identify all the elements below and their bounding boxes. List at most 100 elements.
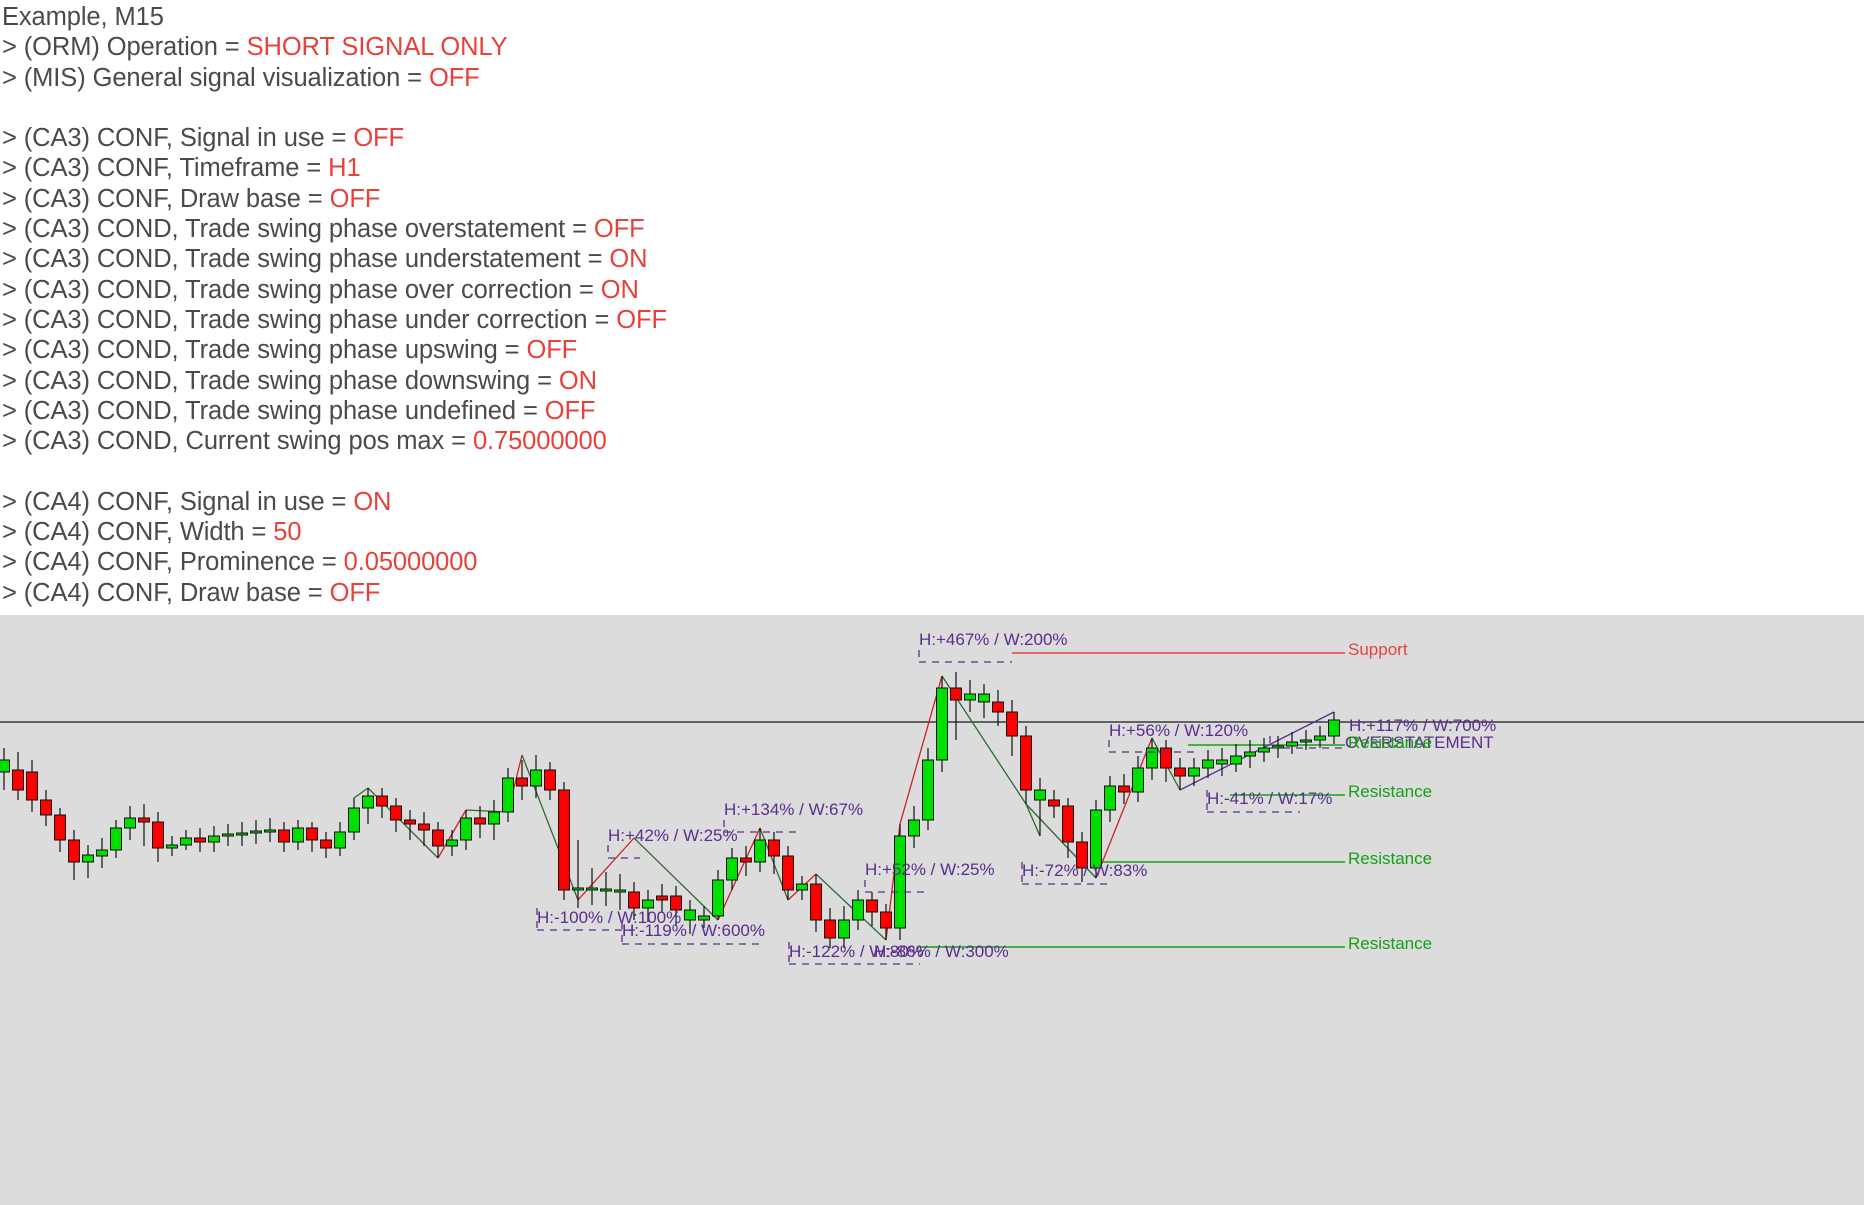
candle-body bbox=[278, 829, 290, 843]
chart-background bbox=[0, 615, 1864, 1205]
log-line: > (CA3) COND, Trade swing phase overstat… bbox=[2, 214, 1864, 244]
log-line-value: OFF bbox=[428, 63, 480, 92]
candle-body bbox=[740, 857, 752, 863]
log-line-label: > (CA3) COND, Trade swing phase understa… bbox=[2, 245, 610, 274]
candle-body bbox=[516, 777, 528, 787]
level-label: Resistance bbox=[1348, 934, 1432, 953]
candle-body bbox=[726, 857, 738, 881]
candle-body bbox=[1020, 735, 1032, 791]
candle-body bbox=[1090, 809, 1102, 869]
candle-body bbox=[12, 769, 24, 791]
candle-body bbox=[1132, 767, 1144, 793]
log-line: Example, M15 bbox=[2, 2, 1864, 32]
candle-body bbox=[222, 833, 234, 837]
log-line-value: 0.05000000 bbox=[343, 548, 478, 577]
candle-body bbox=[110, 827, 122, 851]
candlestick-chart-panel[interactable]: H:-100% / W:100% H:+42% / W:25% H:-119% / … bbox=[0, 615, 1864, 1205]
candle-body bbox=[782, 855, 794, 891]
level-label: Resistance bbox=[1348, 782, 1432, 801]
log-line bbox=[2, 93, 1864, 123]
candle-body bbox=[754, 839, 766, 863]
swing-annotation-label: H:-119% / W:600% bbox=[622, 921, 765, 940]
candle-body bbox=[1006, 711, 1018, 737]
candle-body bbox=[698, 915, 710, 921]
candle-body bbox=[1104, 785, 1116, 811]
candle-body bbox=[614, 889, 626, 893]
candle-body bbox=[376, 795, 388, 807]
candle-body bbox=[236, 832, 248, 836]
log-line-value: OFF bbox=[616, 305, 667, 334]
candle-body bbox=[628, 891, 640, 909]
chart-canvas: H:-100% / W:100%H:+42% / W:25%H:-119% / … bbox=[0, 615, 1864, 1205]
candle-body bbox=[474, 817, 486, 825]
swing-annotation-label: H:-72% / W:83% bbox=[1022, 861, 1147, 880]
candle-body bbox=[502, 777, 514, 813]
log-line-label: > (CA3) COND, Trade swing phase under co… bbox=[2, 305, 617, 334]
log-line-label: > (CA3) COND, Trade swing phase downswin… bbox=[2, 366, 559, 395]
log-line-value: OFF bbox=[544, 396, 596, 425]
candle-body bbox=[880, 911, 892, 929]
candle-body bbox=[138, 817, 150, 823]
log-line-value: OFF bbox=[593, 215, 645, 244]
log-line: > (CA3) COND, Trade swing phase understa… bbox=[2, 244, 1864, 274]
candle-body bbox=[1314, 735, 1326, 741]
candle-body bbox=[572, 887, 584, 891]
log-line: > (CA3) CONF, Draw base = OFF bbox=[2, 184, 1864, 214]
log-line-value: OFF bbox=[526, 336, 578, 365]
candle-body bbox=[180, 837, 192, 846]
swing-annotation-label: H:+56% / W:120% bbox=[1109, 721, 1248, 740]
log-line-label: > (CA3) COND, Trade swing phase overstat… bbox=[2, 215, 594, 244]
log-line: > (CA4) CONF, Prominence = 0.05000000 bbox=[2, 547, 1864, 577]
log-line: > (CA4) CONF, Signal in use = ON bbox=[2, 487, 1864, 517]
candle-body bbox=[348, 807, 360, 833]
candle-body bbox=[838, 919, 850, 939]
log-line-value: ON bbox=[600, 275, 639, 304]
log-line-label: > (CA3) COND, Trade swing phase undefine… bbox=[2, 396, 545, 425]
candle-body bbox=[824, 919, 836, 939]
candle-body bbox=[1202, 759, 1214, 769]
candle-body bbox=[418, 823, 430, 831]
candle-body bbox=[194, 837, 206, 843]
log-line-value: OFF bbox=[329, 184, 381, 213]
log-line: > (MIS) General signal visualization = O… bbox=[2, 63, 1864, 93]
log-line-label: > (ORM) Operation = bbox=[2, 33, 247, 62]
log-line: > (CA3) COND, Current swing pos max = 0.… bbox=[2, 426, 1864, 456]
candle-body bbox=[1146, 747, 1158, 769]
candle-body bbox=[852, 899, 864, 921]
log-line: > (CA3) COND, Trade swing phase under co… bbox=[2, 305, 1864, 335]
candle-body bbox=[1160, 747, 1172, 769]
swing-annotation-label: H:-41% / W:17% bbox=[1207, 789, 1332, 808]
swing-annotation-label: H:+467% / W:200% bbox=[919, 630, 1068, 649]
log-line-label: > (CA3) CONF, Signal in use = bbox=[2, 124, 354, 153]
swing-annotation-label: H:-86% / W:300% bbox=[874, 942, 1009, 961]
candle-body bbox=[1048, 799, 1060, 807]
candle-body bbox=[1118, 785, 1130, 793]
log-line-value: OFF bbox=[353, 124, 405, 153]
candle-body bbox=[26, 771, 38, 801]
candle-body bbox=[544, 769, 556, 791]
level-label: Resistance bbox=[1348, 733, 1432, 752]
log-line-value: ON bbox=[609, 245, 648, 274]
log-line-label: > (CA3) COND, Current swing pos max = bbox=[2, 427, 473, 456]
log-line-value: ON bbox=[558, 366, 597, 395]
candle-body bbox=[1258, 747, 1270, 753]
log-line-label: > (CA4) CONF, Signal in use = bbox=[2, 487, 354, 516]
candle-body bbox=[96, 849, 108, 857]
log-line-value: OFF bbox=[329, 578, 381, 607]
candle-body bbox=[908, 819, 920, 837]
candle-body bbox=[292, 827, 304, 843]
candle-body bbox=[1328, 719, 1340, 737]
candle-body bbox=[936, 687, 948, 761]
candle-body bbox=[1174, 767, 1186, 777]
log-line: > (CA3) COND, Trade swing phase undefine… bbox=[2, 396, 1864, 426]
level-label: Support bbox=[1348, 640, 1408, 659]
candle-body bbox=[810, 883, 822, 921]
log-line-value: H1 bbox=[328, 154, 361, 183]
log-line: > (CA3) CONF, Timeframe = H1 bbox=[2, 153, 1864, 183]
candle-body bbox=[922, 759, 934, 821]
candle-body bbox=[390, 805, 402, 821]
log-line: > (CA3) COND, Trade swing phase upswing … bbox=[2, 335, 1864, 365]
candle-body bbox=[768, 839, 780, 857]
log-line-value: SHORT SIGNAL ONLY bbox=[246, 33, 508, 62]
log-line: > (CA3) COND, Trade swing phase downswin… bbox=[2, 366, 1864, 396]
